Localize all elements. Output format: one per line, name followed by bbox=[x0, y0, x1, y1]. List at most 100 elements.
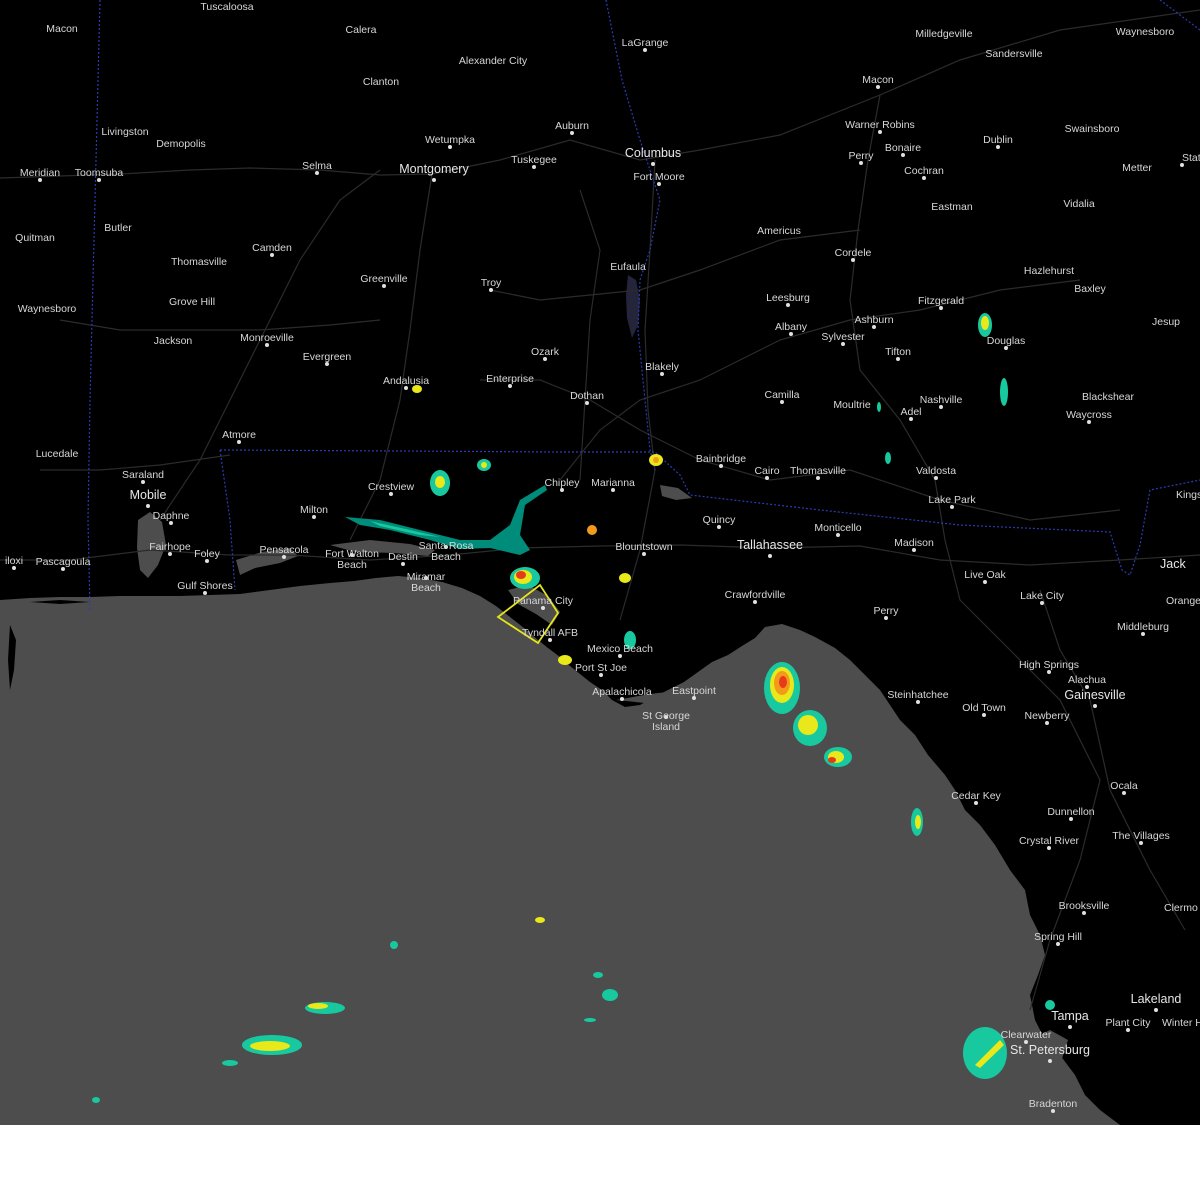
city-name: Bradenton bbox=[1029, 1098, 1078, 1110]
city-dot bbox=[768, 554, 772, 558]
city-name: Eufaula bbox=[610, 261, 646, 273]
city-dot bbox=[651, 162, 655, 166]
city-name: Butler bbox=[104, 222, 132, 234]
city-name: iloxi bbox=[5, 555, 23, 567]
city-name: Perry bbox=[848, 150, 874, 162]
city-name: Tallahassee bbox=[737, 538, 803, 552]
city-name: Saraland bbox=[122, 469, 164, 481]
city-name: Waynesboro bbox=[18, 303, 77, 315]
city-label-alexander-city: Alexander City bbox=[459, 55, 528, 67]
city-name: Beach bbox=[411, 582, 441, 594]
city-name: Ocala bbox=[1110, 780, 1138, 792]
city-name: Fairhope bbox=[149, 541, 191, 553]
city-label-moultrie: Moultrie bbox=[833, 399, 871, 411]
city-name: Clanton bbox=[363, 76, 399, 88]
city-name: Tuskegee bbox=[511, 154, 557, 166]
city-name: Port St Joe bbox=[575, 662, 627, 674]
city-name: High Springs bbox=[1019, 659, 1079, 671]
city-name: Dunnellon bbox=[1047, 806, 1094, 818]
city-name: Quincy bbox=[703, 514, 736, 526]
city-name: Bainbridge bbox=[696, 453, 746, 465]
city-name: Monticello bbox=[814, 522, 861, 534]
city-dot bbox=[1068, 1025, 1072, 1029]
city-name: Clearwater bbox=[1001, 1029, 1052, 1041]
city-name: Dothan bbox=[570, 390, 604, 402]
city-name: Americus bbox=[757, 225, 801, 237]
map-canvas[interactable]: Tuscaloosa Macon Calera LaGrange Milledgevil… bbox=[0, 0, 1200, 1125]
city-name: Swainsboro bbox=[1065, 123, 1120, 135]
city-name: Demopolis bbox=[156, 138, 206, 150]
city-name: Blakely bbox=[645, 361, 680, 373]
city-name: The Villages bbox=[1112, 830, 1170, 842]
city-label-baxley: Baxley bbox=[1074, 283, 1106, 295]
city-name: Albany bbox=[775, 321, 808, 333]
city-name: Meridian bbox=[20, 167, 60, 179]
city-name: Gulf Shores bbox=[177, 580, 232, 592]
city-name: Panama City bbox=[513, 595, 574, 607]
city-name: Leesburg bbox=[766, 292, 810, 304]
city-name: Mobile bbox=[130, 488, 167, 502]
city-name: Cordele bbox=[835, 247, 872, 259]
city-label-eastman: Eastman bbox=[931, 201, 973, 213]
city-name: Lakeland bbox=[1131, 992, 1182, 1006]
city-name: Macon bbox=[862, 74, 894, 86]
city-name: Hazlehurst bbox=[1024, 265, 1074, 277]
city-name: Milledgeville bbox=[915, 28, 972, 40]
city-label-hazlehurst: Hazlehurst bbox=[1024, 265, 1074, 277]
city-name: Crawfordville bbox=[725, 589, 786, 601]
city-name: Lake City bbox=[1020, 590, 1065, 602]
city-name: Eastpoint bbox=[672, 685, 716, 697]
city-name: Waynesboro bbox=[1116, 26, 1175, 38]
city-name: Destin bbox=[388, 551, 418, 563]
city-name: Evergreen bbox=[303, 351, 352, 363]
city-name: Marianna bbox=[591, 477, 635, 489]
radar-map[interactable]: Tuscaloosa Macon Calera LaGrange Milledgevil… bbox=[0, 0, 1200, 1200]
city-label-livingston: Livingston bbox=[101, 126, 148, 138]
city-label-orange-park: Orange bbox=[1166, 595, 1200, 607]
city-name: Monroeville bbox=[240, 332, 294, 344]
city-name: Fitzgerald bbox=[918, 295, 964, 307]
city-name: Fort Moore bbox=[633, 171, 685, 183]
city-name: Island bbox=[652, 721, 680, 733]
city-name: Baxley bbox=[1074, 283, 1106, 295]
city-name: Pascagoula bbox=[36, 556, 91, 568]
city-label-lucedale: Lucedale bbox=[36, 448, 79, 460]
city-name: Newberry bbox=[1025, 710, 1071, 722]
city-label-clanton: Clanton bbox=[363, 76, 399, 88]
city-label-winter-haven: Winter H bbox=[1162, 1017, 1200, 1029]
city-name: Enterprise bbox=[486, 373, 534, 385]
city-name: Camden bbox=[252, 242, 292, 254]
city-name: Brooksville bbox=[1059, 900, 1110, 912]
city-name: Alexander City bbox=[459, 55, 528, 67]
city-label-blackshear: Blackshear bbox=[1082, 391, 1134, 403]
city-label-thomasville-al: Thomasville bbox=[171, 256, 227, 268]
city-name: Atmore bbox=[222, 429, 256, 441]
city-name: Blountstown bbox=[615, 541, 672, 553]
city-name: Foley bbox=[194, 548, 220, 560]
city-name: Spring Hill bbox=[1034, 931, 1082, 943]
city-name: Sylvester bbox=[821, 331, 865, 343]
city-name: Beach bbox=[431, 551, 461, 563]
city-name: Vidalia bbox=[1063, 198, 1094, 210]
city-dot bbox=[1154, 1008, 1158, 1012]
city-name: Gainesville bbox=[1064, 688, 1125, 702]
city-name: Middleburg bbox=[1117, 621, 1169, 633]
city-name: Toomsuba bbox=[75, 167, 124, 179]
city-label-tuscaloosa: Tuscaloosa bbox=[200, 1, 253, 13]
city-name: Lake Park bbox=[928, 494, 976, 506]
city-name: Bonaire bbox=[885, 142, 921, 154]
city-name: Perry bbox=[873, 605, 899, 617]
city-name: Tuscaloosa bbox=[200, 1, 253, 13]
city-label-sandersville: Sandersville bbox=[985, 48, 1042, 60]
city-label-eufaula: Eufaula bbox=[610, 261, 646, 273]
city-name: Daphne bbox=[153, 510, 190, 522]
city-dot bbox=[432, 178, 436, 182]
city-label-jacksonville: Jack bbox=[1160, 557, 1186, 571]
city-label-jesup: Jesup bbox=[1152, 316, 1180, 328]
city-label-butler: Butler bbox=[104, 222, 132, 234]
city-name: Montgomery bbox=[399, 162, 469, 176]
city-name: Grove Hill bbox=[169, 296, 215, 308]
city-name: Eastman bbox=[931, 201, 973, 213]
city-name: Cairo bbox=[754, 465, 779, 477]
city-name: Jesup bbox=[1152, 316, 1180, 328]
